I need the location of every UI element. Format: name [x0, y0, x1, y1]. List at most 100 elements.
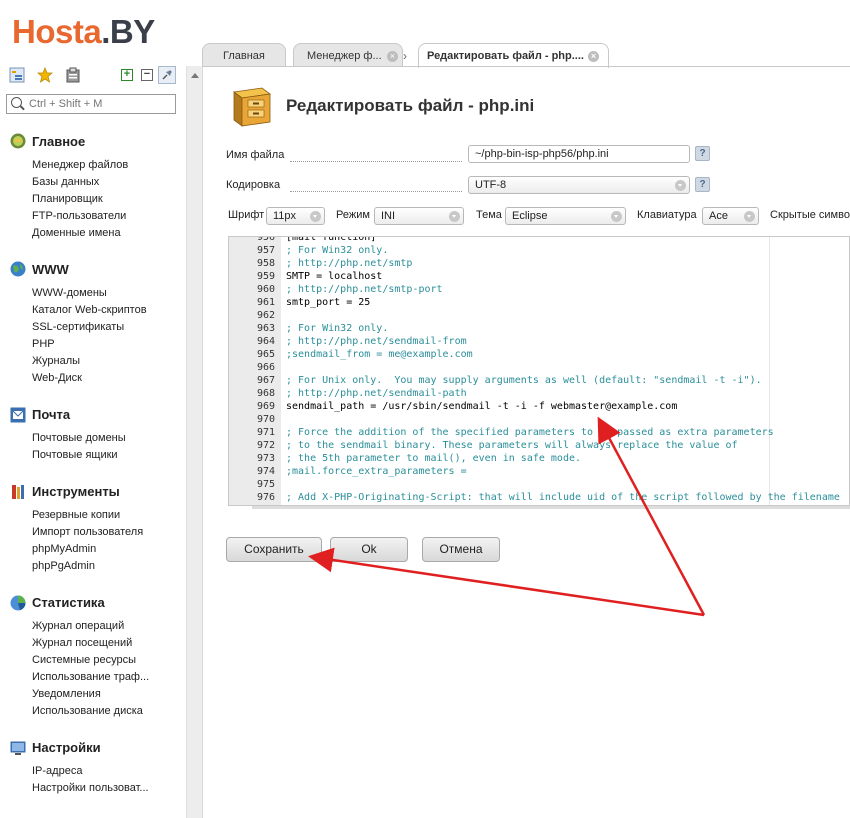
- code-line[interactable]: ; Force the addition of the specified pa…: [286, 427, 774, 438]
- chevron-down-icon: [310, 211, 321, 222]
- file-cabinet-icon: [232, 87, 272, 127]
- chevron-down-icon: [449, 211, 460, 222]
- search-input[interactable]: [29, 96, 169, 112]
- sidebar-item-disk-usage[interactable]: Использование диска: [32, 705, 143, 717]
- code-editor[interactable]: 956 [mail function] 957 ; For Win32 only. 95…: [228, 236, 850, 506]
- theme-select[interactable]: Eclipse: [505, 207, 626, 225]
- scroll-up-icon[interactable]: [191, 73, 199, 78]
- sidebar-item-system-resources[interactable]: Системные ресурсы: [32, 654, 136, 666]
- clipboard-icon[interactable]: [64, 66, 82, 84]
- cancel-button[interactable]: Отмена: [422, 537, 500, 562]
- home-icon: [10, 133, 26, 149]
- line-number: 973: [256, 453, 275, 464]
- tools-icon: [12, 485, 24, 499]
- sidebar-item-phppgadmin[interactable]: phpPgAdmin: [32, 560, 95, 572]
- filename-label: Имя файла: [226, 149, 285, 161]
- line-number: 959: [256, 271, 275, 282]
- line-number: 967: [256, 375, 275, 386]
- sidebar: Hosta.BY + − Главное Менеджер файлов Баз…: [0, 0, 186, 818]
- filename-field[interactable]: ~/php-bin-isp-php56/php.ini: [468, 145, 690, 163]
- section-title-settings[interactable]: Настройки: [32, 740, 101, 755]
- code-line[interactable]: ; Add X-PHP-Originating-Script: that wil…: [286, 492, 840, 503]
- line-number: 957: [256, 245, 275, 256]
- help-icon[interactable]: ?: [695, 146, 710, 161]
- line-number: 962: [256, 310, 275, 321]
- sidebar-item-php[interactable]: PHP: [32, 338, 55, 350]
- expand-all-icon[interactable]: +: [118, 66, 136, 84]
- pin-icon[interactable]: [158, 66, 176, 84]
- code-line[interactable]: SMTP = localhost: [286, 271, 382, 282]
- section-title-main[interactable]: Главное: [32, 134, 85, 149]
- sidebar-item-import-user[interactable]: Импорт пользователя: [32, 526, 143, 538]
- code-line[interactable]: ; For Unix only. You may supply argument…: [286, 375, 762, 386]
- code-line[interactable]: ; the 5th parameter to mail(), even in s…: [286, 453, 581, 464]
- line-number: 971: [256, 427, 275, 438]
- chevron-down-icon: [744, 211, 755, 222]
- section-title-tools[interactable]: Инструменты: [32, 484, 120, 499]
- sidebar-item-ftp-users[interactable]: FTP-пользователи: [32, 210, 126, 222]
- help-icon[interactable]: ?: [695, 177, 710, 192]
- sidebar-item-web-disk[interactable]: Web-Диск: [32, 372, 82, 384]
- close-icon[interactable]: ×: [387, 51, 398, 62]
- code-line[interactable]: ; http://php.net/sendmail-from: [286, 336, 467, 347]
- code-line[interactable]: ; For Win32 only.: [286, 245, 388, 256]
- sidebar-item-scheduler[interactable]: Планировщик: [32, 193, 103, 205]
- sidebar-item-visits-log[interactable]: Журнал посещений: [32, 637, 132, 649]
- sidebar-item-phpmyadmin[interactable]: phpMyAdmin: [32, 543, 96, 555]
- sidebar-item-mailboxes[interactable]: Почтовые ящики: [32, 449, 118, 461]
- tab-file-manager[interactable]: Менеджер ф... ×: [293, 43, 403, 67]
- editor-scrollbar[interactable]: [252, 506, 850, 509]
- encoding-label: Кодировка: [226, 179, 281, 191]
- sidebar-item-mail-domains[interactable]: Почтовые домены: [32, 432, 126, 444]
- code-line[interactable]: smtp_port = 25: [286, 297, 370, 308]
- print-margin: [769, 237, 770, 505]
- font-select[interactable]: 11px: [266, 207, 325, 225]
- sidebar-item-www-domains[interactable]: WWW-домены: [32, 287, 107, 299]
- sidebar-item-domains[interactable]: Доменные имена: [32, 227, 121, 239]
- code-line[interactable]: ;mail.force_extra_parameters =: [286, 466, 467, 477]
- sidebar-item-notifications[interactable]: Уведомления: [32, 688, 101, 700]
- sidebar-item-operations-log[interactable]: Журнал операций: [32, 620, 124, 632]
- tree-view-icon[interactable]: [8, 66, 26, 84]
- sidebar-item-backups[interactable]: Резервные копии: [32, 509, 120, 521]
- sidebar-item-file-manager[interactable]: Менеджер файлов: [32, 159, 128, 171]
- sidebar-item-web-scripts[interactable]: Каталог Web-скриптов: [32, 304, 147, 316]
- ok-button[interactable]: Ok: [330, 537, 408, 562]
- pie-chart-icon: [10, 595, 26, 611]
- sidebar-scrollbar[interactable]: [186, 66, 202, 818]
- line-number: 963: [256, 323, 275, 334]
- collapse-all-icon[interactable]: −: [138, 66, 156, 84]
- code-line[interactable]: ; to the sendmail binary. These paramete…: [286, 440, 738, 451]
- sidebar-item-ssl[interactable]: SSL-сертификаты: [32, 321, 124, 333]
- code-line[interactable]: ;sendmail_from = me@example.com: [286, 349, 473, 360]
- line-number: 961: [256, 297, 275, 308]
- encoding-select[interactable]: UTF-8: [468, 176, 690, 194]
- line-number: 974: [256, 466, 275, 477]
- sidebar-search[interactable]: [6, 94, 176, 114]
- section-title-www[interactable]: WWW: [32, 262, 69, 277]
- code-line[interactable]: ; http://php.net/sendmail-path: [286, 388, 467, 399]
- sidebar-item-user-settings[interactable]: Настройки пользоват...: [32, 782, 149, 794]
- save-button[interactable]: Сохранить: [226, 537, 322, 562]
- sidebar-item-logs[interactable]: Журналы: [32, 355, 80, 367]
- code-line[interactable]: [mail function]: [286, 237, 376, 243]
- globe-icon: [10, 261, 26, 277]
- section-title-statistics[interactable]: Статистика: [32, 595, 105, 610]
- section-title-mail[interactable]: Почта: [32, 407, 70, 422]
- close-icon[interactable]: ×: [588, 51, 599, 62]
- sidebar-item-databases[interactable]: Базы данных: [32, 176, 99, 188]
- sidebar-item-traffic-usage[interactable]: Использование траф...: [32, 671, 149, 683]
- logo[interactable]: Hosta.BY: [12, 12, 155, 52]
- code-line[interactable]: sendmail_path = /usr/sbin/sendmail -t -i…: [286, 401, 677, 412]
- tab-home[interactable]: Главная: [202, 43, 286, 67]
- page-title: Редактировать файл - php.ini: [286, 96, 535, 115]
- mode-select[interactable]: INI: [374, 207, 464, 225]
- tab-edit-file[interactable]: Редактировать файл - php.... ×: [418, 43, 609, 68]
- code-line[interactable]: ; http://php.net/smtp: [286, 258, 412, 269]
- sidebar-item-ip-addresses[interactable]: IP-адреса: [32, 765, 82, 777]
- dotted-leader: [290, 160, 462, 162]
- star-icon[interactable]: [36, 66, 54, 84]
- code-line[interactable]: ; http://php.net/smtp-port: [286, 284, 443, 295]
- code-line[interactable]: ; For Win32 only.: [286, 323, 388, 334]
- keyboard-select[interactable]: Ace: [702, 207, 759, 225]
